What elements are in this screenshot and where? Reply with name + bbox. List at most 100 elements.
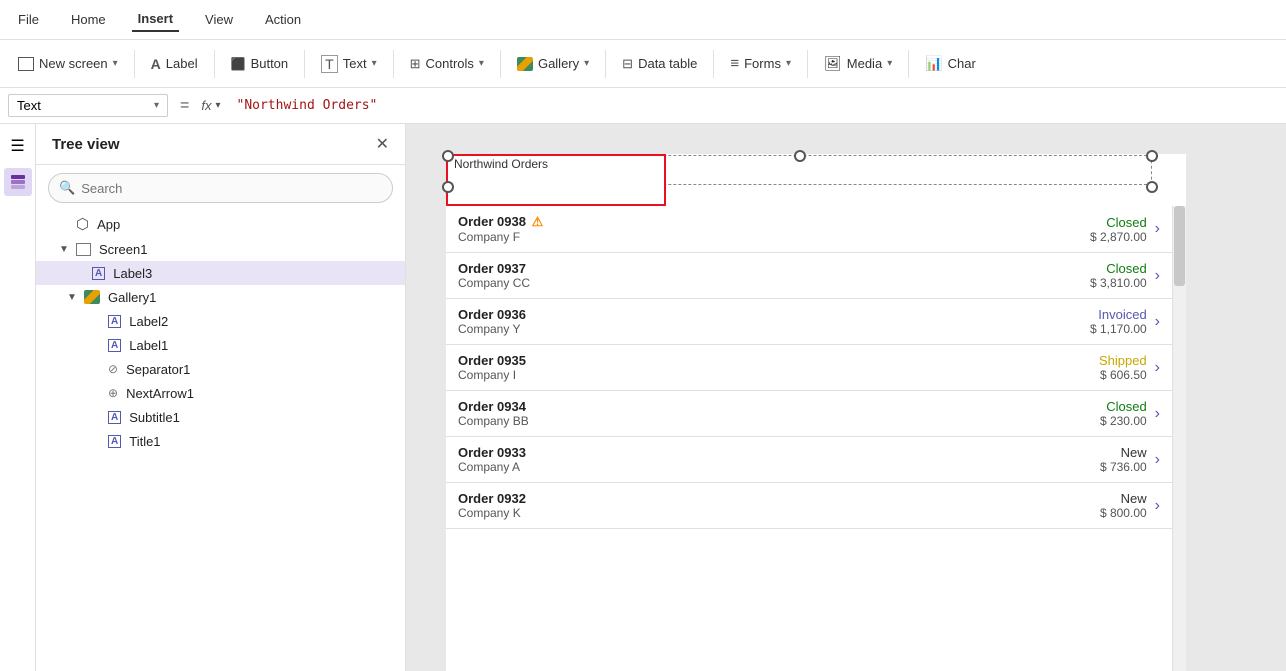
divider5 [500, 50, 501, 78]
formula-select[interactable]: Text ▾ [8, 94, 168, 117]
menu-file[interactable]: File [12, 8, 45, 31]
v-scrollbar-thumb[interactable] [1174, 206, 1185, 286]
toggle-screen1[interactable]: ▼ [56, 241, 72, 257]
toggle-gallery1[interactable]: ▼ [64, 289, 80, 305]
row-arrow: › [1155, 405, 1160, 423]
label-button[interactable]: A Label [141, 50, 208, 78]
row-arrow: › [1155, 267, 1160, 285]
row-arrow: › [1155, 359, 1160, 377]
text-button[interactable]: T Text ▾ [311, 49, 386, 79]
media-chevron: ▾ [887, 58, 892, 69]
tree-item-label2[interactable]: A Label2 [36, 309, 405, 333]
tree-item-label3[interactable]: A Label3 [36, 261, 405, 285]
screen-icon [76, 243, 91, 256]
row-status: Invoiced [1077, 307, 1147, 322]
gallery-row[interactable]: Order 0932 Company K New $ 800.00 › [446, 483, 1172, 529]
hamburger-icon[interactable]: ☰ [4, 132, 32, 160]
tree-item-nextarrow1[interactable]: ⊕ NextArrow1 [36, 381, 405, 405]
forms-chevron: ▾ [786, 58, 791, 69]
gallery-list: Order 0938 ⚠ Company F Closed $ 2,870.00… [446, 206, 1172, 671]
label1-label: Label1 [129, 338, 168, 353]
row-amount: $ 3,810.00 [1077, 276, 1147, 290]
menu-bar: File Home Insert View Action [0, 0, 1286, 40]
gallery-button[interactable]: Gallery ▾ [507, 50, 599, 77]
row-left: Order 0933 Company A [458, 445, 1077, 474]
label1-icon: A [108, 339, 121, 352]
gallery-chevron: ▾ [584, 58, 589, 69]
gallery-row[interactable]: Order 0934 Company BB Closed $ 230.00 › [446, 391, 1172, 437]
row-company: Company Y [458, 322, 1077, 336]
new-screen-button[interactable]: New screen ▾ [8, 50, 128, 77]
toggle-separator1[interactable] [88, 361, 104, 377]
menu-view[interactable]: View [199, 8, 239, 31]
menu-insert[interactable]: Insert [132, 7, 179, 32]
chart-button[interactable]: 📊 Char [915, 49, 986, 78]
search-box: 🔍 [48, 173, 393, 203]
row-company: Company K [458, 506, 1077, 520]
forms-button[interactable]: ≡ Forms ▾ [720, 49, 801, 78]
tree-item-separator1[interactable]: ⊘ Separator1 [36, 357, 405, 381]
text-icon: T [321, 55, 338, 73]
gallery-row[interactable]: Order 0936 Company Y Invoiced $ 1,170.00… [446, 299, 1172, 345]
tree-item-label1[interactable]: A Label1 [36, 333, 405, 357]
datatable-button[interactable]: ⊟ Data table [612, 50, 707, 78]
row-status: Closed [1077, 399, 1147, 414]
menu-action[interactable]: Action [259, 8, 307, 31]
gallery-row[interactable]: Order 0933 Company A New $ 736.00 › [446, 437, 1172, 483]
gallery-row[interactable]: Order 0937 Company CC Closed $ 3,810.00 … [446, 253, 1172, 299]
gallery-row[interactable]: Order 0935 Company I Shipped $ 606.50 › [446, 345, 1172, 391]
row-amount: $ 736.00 [1077, 460, 1147, 474]
menu-home[interactable]: Home [65, 8, 112, 31]
toggle-label2[interactable] [88, 313, 104, 329]
label-element[interactable]: Northwind Orders [446, 154, 666, 206]
screen-icon [18, 57, 34, 71]
toggle-title1[interactable] [88, 433, 104, 449]
divider6 [605, 50, 606, 78]
formula-select-value: Text [17, 98, 41, 113]
label2-icon: A [108, 315, 121, 328]
handle-mid-left[interactable] [442, 181, 454, 193]
tree-close-button[interactable]: ✕ [376, 134, 389, 154]
tree-item-subtitle1[interactable]: A Subtitle1 [36, 405, 405, 429]
gallery-row[interactable]: Order 0938 ⚠ Company F Closed $ 2,870.00… [446, 206, 1172, 253]
divider3 [304, 50, 305, 78]
toggle-nextarrow1[interactable] [88, 385, 104, 401]
label2-label: Label2 [129, 314, 168, 329]
toggle-app[interactable] [56, 216, 72, 232]
handle-top-right[interactable] [1146, 150, 1158, 162]
row-amount: $ 606.50 [1077, 368, 1147, 382]
handle-top-center[interactable] [794, 150, 806, 162]
layers-icon[interactable] [4, 168, 32, 196]
media-button[interactable]: 🖼 Media ▾ [814, 49, 902, 78]
divider2 [214, 50, 215, 78]
search-input[interactable] [81, 181, 382, 196]
handle-mid-right[interactable] [1146, 181, 1158, 193]
label-text: Northwind Orders [448, 153, 554, 175]
toggle-label1[interactable] [88, 337, 104, 353]
row-order: Order 0932 [458, 491, 1077, 506]
controls-icon: ⊞ [410, 56, 421, 72]
row-order: Order 0936 [458, 307, 1077, 322]
toggle-subtitle1[interactable] [88, 409, 104, 425]
new-screen-label: New screen [39, 56, 108, 71]
toggle-label3[interactable] [72, 265, 88, 281]
nextarrow1-icon: ⊕ [108, 386, 118, 400]
button-button[interactable]: ⬛ Button [221, 50, 299, 77]
warn-icon: ⚠ [532, 214, 544, 229]
controls-button[interactable]: ⊞ Controls ▾ [400, 50, 494, 78]
search-icon: 🔍 [59, 180, 75, 196]
controls-label: Controls [426, 56, 474, 71]
tree-item-title1[interactable]: A Title1 [36, 429, 405, 453]
row-left: Order 0932 Company K [458, 491, 1077, 520]
tree-item-gallery1[interactable]: ▼ Gallery1 [36, 285, 405, 309]
row-left: Order 0935 Company I [458, 353, 1077, 382]
tree-item-screen1[interactable]: ▼ Screen1 [36, 237, 405, 261]
row-order: Order 0938 ⚠ [458, 214, 1077, 230]
button-icon: ⬛ [231, 57, 246, 71]
handle-top-left[interactable] [442, 150, 454, 162]
tree-item-app[interactable]: ⬡ App [36, 211, 405, 237]
v-scrollbar[interactable] [1172, 206, 1186, 671]
divider9 [908, 50, 909, 78]
toolbar: New screen ▾ A Label ⬛ Button T Text ▾ ⊞… [0, 40, 1286, 88]
separator1-icon: ⊘ [108, 362, 118, 376]
